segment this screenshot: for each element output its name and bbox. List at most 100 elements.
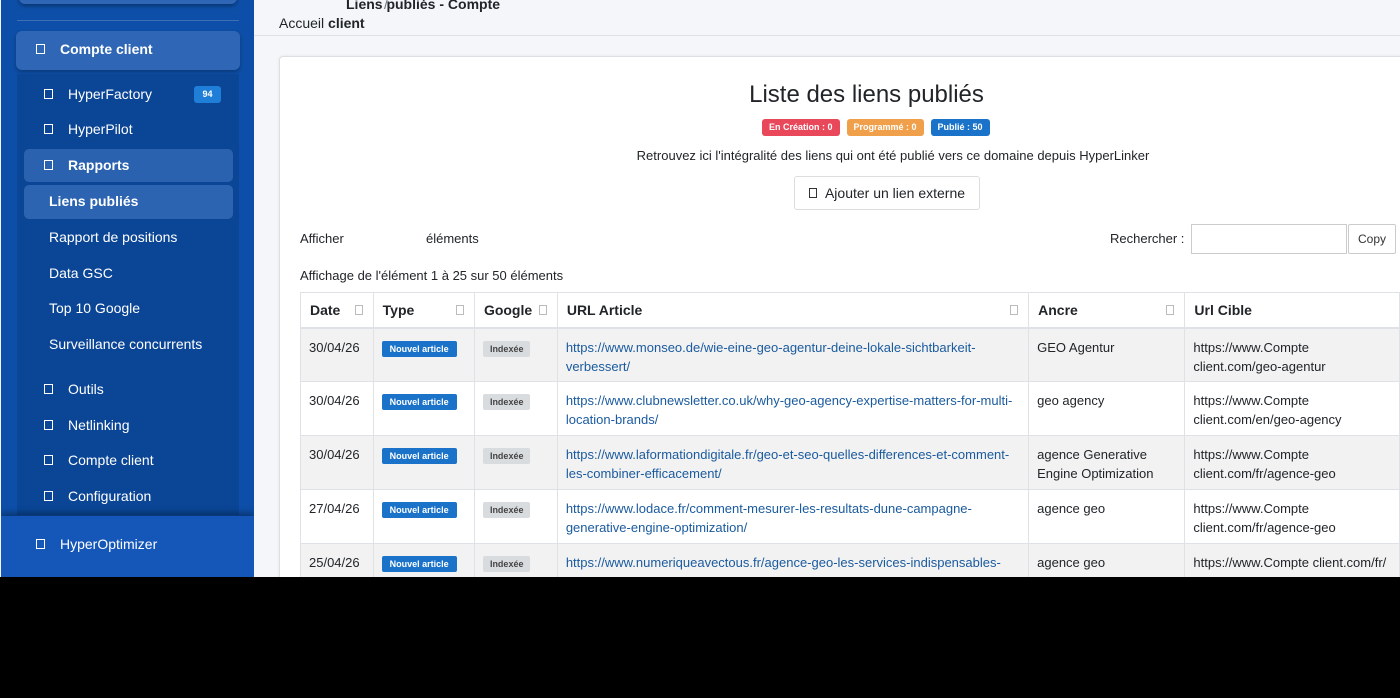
table-info: Affichage de l'élément 1 à 25 sur 50 élé… [300,268,564,283]
sort-icon [1166,305,1175,315]
cell-cible: https://www.Compte client.com/en/geo-age… [1184,381,1400,436]
sidebar-item-hyperoptimizer-label: HyperOptimizer [36,536,157,552]
sidebar-item-netlinking[interactable]: Netlinking [44,417,129,433]
link-icon [44,420,53,430]
card-title: Liste des liens publiés [749,81,984,108]
badge-programme: Programmé : 0 [846,119,924,136]
table-row: 30/04/26 Nouvel article Indexée https://… [300,327,1400,382]
cell-date: 30/04/26 [300,381,374,436]
table-row: 25/04/26 Nouvel article Indexée https://… [300,543,1400,577]
length-label: Afficher [300,231,344,246]
divider [17,20,239,21]
sidebar-submenu [17,74,239,515]
breadcrumb: Accueil client [279,15,365,31]
cell-ancre: agence geo [1028,489,1186,544]
links-table: Date Type Google URL Article Ancre Url C… [300,292,1400,577]
cell-google: Indexée [473,489,558,544]
article-link[interactable]: https://www.numeriqueavectous.fr/agence-… [566,555,1001,577]
page-title: Liens publiés - Compte [346,0,501,12]
search-input[interactable] [1191,224,1347,254]
sidebar-item-compte-client-sub[interactable]: Compte client [44,452,154,468]
search-label: Rechercher : [1110,231,1185,246]
cell-ancre: GEO Agentur [1028,327,1186,382]
sidebar-item-liens-publies-label: Liens publiés [49,193,139,209]
type-badge: Nouvel article [381,556,457,572]
cell-cible: https://www.Compte client.com/fr/ [1184,543,1400,577]
google-status-badge: Indexée [482,340,531,357]
sidebar-item-configuration[interactable]: Configuration [44,488,151,504]
table-row: 30/04/26 Nouvel article Indexée https://… [300,381,1400,436]
cell-ancre: agence Generative Engine Optimization [1028,435,1186,490]
sidebar-item-outils[interactable]: Outils [44,381,104,397]
google-status-badge: Indexée [482,394,531,410]
google-status-badge: Indexée [482,448,531,464]
sort-icon [538,305,547,315]
sidebar-item-data-gsc[interactable]: Data GSC [49,265,113,281]
add-external-link-button[interactable]: Ajouter un lien externe [794,176,980,210]
chart-icon [44,160,53,170]
sidebar-item-surveillance[interactable]: Surveillance concurrents [49,336,202,352]
user-icon [44,455,53,465]
cell-google: Indexée [473,543,558,577]
badge-publie: Publié : 50 [930,119,990,136]
divider [254,35,1400,36]
sidebar-top-item[interactable] [19,0,237,4]
sidebar-item-top10-google[interactable]: Top 10 Google [49,300,140,316]
optimizer-icon [36,539,45,549]
card-subtitle: Retrouvez ici l'intégralité des liens qu… [636,148,1150,163]
hyperfactory-count-badge: 94 [194,86,221,103]
copy-button[interactable]: Copy [1348,224,1396,254]
column-header-url-cible[interactable]: Url Cible [1184,292,1400,329]
column-header-url-article[interactable]: URL Article [556,292,1030,329]
type-badge: Nouvel article [381,394,457,410]
length-suffix: éléments [426,231,479,246]
type-badge: Nouvel article [381,340,457,357]
table-row: 30/04/26 Nouvel article Indexée https://… [300,435,1400,490]
breadcrumb-home-link[interactable]: Accueil [279,15,324,31]
column-header-type[interactable]: Type [372,292,475,329]
article-link[interactable]: https://www.clubnewsletter.co.uk/why-geo… [566,393,1013,427]
column-header-ancre[interactable]: Ancre [1028,292,1186,329]
cell-url: https://www.monseo.de/wie-eine-geo-agent… [556,327,1030,382]
sidebar-item-rapport-positions[interactable]: Rapport de positions [49,229,177,245]
main-content: / Liens publiés - Compte Accueil client … [254,0,1400,577]
column-header-google[interactable]: Google [473,292,558,329]
type-badge: Nouvel article [381,448,457,464]
cell-type: Nouvel article [372,327,475,382]
cell-url: https://www.lodace.fr/comment-mesurer-le… [556,489,1030,544]
cell-date: 30/04/26 [300,435,374,490]
cell-url: https://www.laformationdigitale.fr/geo-e… [556,435,1030,490]
pilot-icon [44,124,53,134]
sidebar-item-compte-client-label: Compte client [36,41,153,57]
cell-type: Nouvel article [372,543,475,577]
sidebar-item-rapports-label: Rapports [44,157,129,173]
badge-en-creation: En Création : 0 [762,119,840,136]
table-header-row: Date Type Google URL Article Ancre Url C… [300,292,1400,329]
cell-ancre: agence geo [1028,543,1186,577]
article-link[interactable]: https://www.lodace.fr/comment-mesurer-le… [566,501,972,535]
page-length-select[interactable]: 25 [359,228,421,250]
google-status-badge: Indexée [482,556,531,572]
article-link[interactable]: https://www.laformationdigitale.fr/geo-e… [566,447,1009,481]
plus-icon [808,188,817,198]
cell-date: 25/04/26 [300,543,374,577]
cell-cible: https://www.Compte client.com/fr/agence-… [1184,435,1400,490]
article-link[interactable]: https://www.monseo.de/wie-eine-geo-agent… [566,340,976,374]
cell-type: Nouvel article [372,489,475,544]
sidebar-item-hyperfactory[interactable]: HyperFactory [44,86,152,102]
cell-date: 30/04/26 [300,327,374,382]
sort-icon [354,305,363,315]
tools-icon [44,384,53,394]
sidebar: Compte client HyperFactory 94 HyperPilot… [1,0,254,577]
gear-icon [44,491,53,501]
cell-url: https://www.numeriqueavectous.fr/agence-… [556,543,1030,577]
type-badge: Nouvel article [381,502,457,518]
cell-google: Indexée [473,381,558,436]
column-header-date[interactable]: Date [300,292,374,329]
cell-type: Nouvel article [372,381,475,436]
cell-cible: https://www.Compte client.com/geo-agentu… [1184,327,1400,382]
google-status-badge: Indexée [482,502,531,518]
cell-google: Indexée [473,327,558,382]
cell-url: https://www.clubnewsletter.co.uk/why-geo… [556,381,1030,436]
sidebar-item-hyperpilot[interactable]: HyperPilot [44,121,133,137]
